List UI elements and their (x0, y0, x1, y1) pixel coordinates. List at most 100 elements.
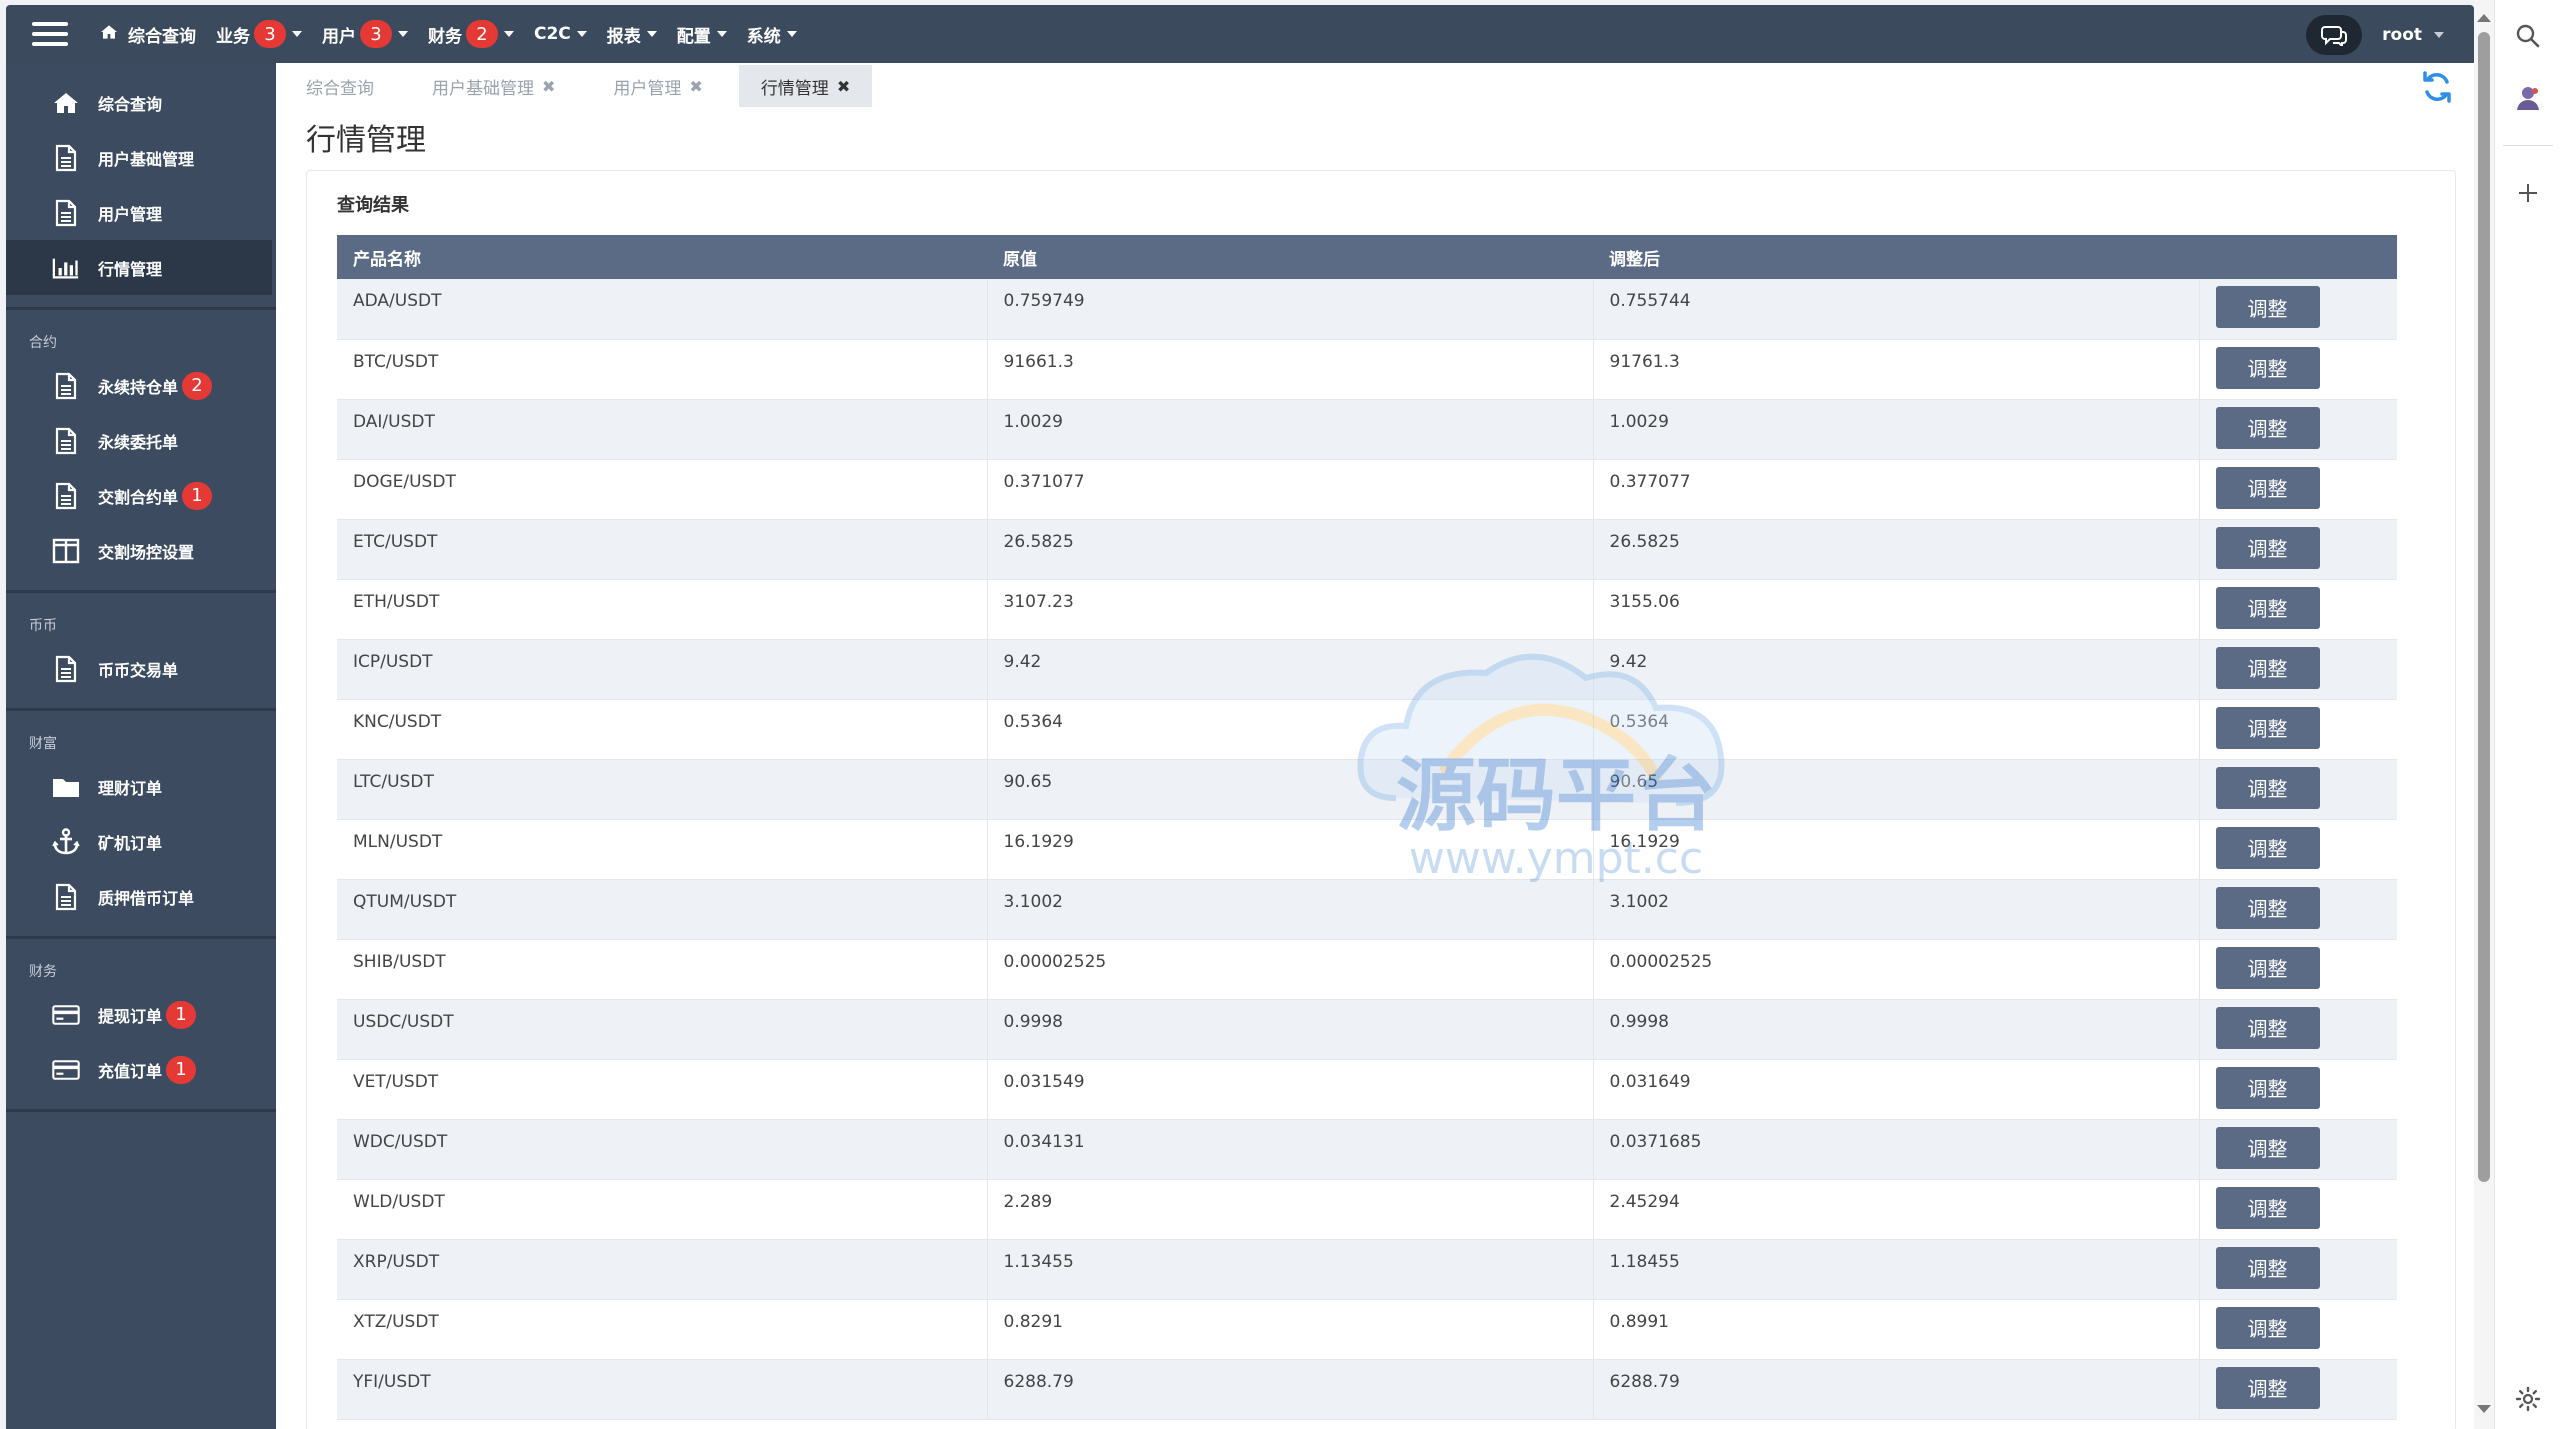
refresh-icon[interactable] (2420, 70, 2454, 104)
sidebar-item[interactable]: 矿机订单 (6, 814, 276, 869)
original-value-cell: 2.289 (986, 1179, 1593, 1240)
adjust-button[interactable]: 调整 (2215, 286, 2320, 328)
close-icon[interactable]: ✖ (837, 77, 850, 96)
adjust-button[interactable]: 调整 (2215, 526, 2320, 569)
adjust-button[interactable]: 调整 (2215, 706, 2320, 749)
top-menu-label: 财务 (428, 26, 462, 47)
tab[interactable]: 综合查询 (284, 65, 396, 107)
scroll-down-arrow-icon[interactable] (2477, 1405, 2491, 1413)
sidebar-item-label: 交割场控设置 (98, 542, 195, 562)
top-menu-item[interactable]: 综合查询 (100, 22, 196, 47)
action-cell: 调整 (2198, 1059, 2397, 1120)
table-row: QTUM/USDT 3.1002 3.1002 调整 (337, 879, 2397, 940)
adjusted-value-cell: 1.0029 (1592, 399, 2199, 460)
adjust-button[interactable]: 调整 (2215, 586, 2320, 629)
top-menu: 综合查询 业务 3 用户 3 财务 2 C2C 报表 配置 系统 (100, 5, 817, 63)
chevron-down-icon (504, 31, 514, 37)
add-icon[interactable] (2508, 173, 2548, 213)
sidebar-item[interactable]: 充值订单 1 (6, 1042, 276, 1097)
adjust-button[interactable]: 调整 (2215, 1306, 2320, 1349)
menu-toggle-icon[interactable] (30, 19, 70, 49)
column-header-product: 产品名称 (337, 235, 987, 279)
original-value-cell: 3.1002 (986, 879, 1593, 940)
original-value-cell: 1.0029 (986, 399, 1593, 460)
search-icon[interactable] (2508, 16, 2548, 56)
sidebar-item[interactable]: 币币交易单 (6, 641, 276, 696)
product-name-cell: ETC/USDT (337, 519, 987, 580)
user-menu[interactable]: root (2382, 25, 2444, 45)
adjusted-value-cell: 0.0371685 (1592, 1119, 2199, 1180)
action-cell: 调整 (2198, 1119, 2397, 1180)
sidebar-item[interactable]: 永续委托单 (6, 413, 276, 468)
sidebar-item-label: 用户基础管理 (98, 149, 195, 169)
table-row: ETH/USDT 3107.23 3155.06 调整 (337, 579, 2397, 640)
product-name-cell: YFI/USDT (337, 1359, 987, 1420)
main-content: 综合查询 用户基础管理 ✖ 用户管理 ✖ 行情管理 ✖ 行情管理 查询结果 产品名称 原值 … (276, 63, 2474, 1429)
top-menu-item[interactable]: 配置 (677, 22, 727, 47)
chevron-down-icon (716, 31, 727, 37)
adjust-button[interactable]: 调整 (2215, 1366, 2320, 1409)
adjust-button[interactable]: 调整 (2215, 1186, 2320, 1229)
username: root (2382, 25, 2422, 45)
product-name-cell: USDC/USDT (337, 999, 987, 1060)
sidebar-item[interactable]: 交割合约单 1 (6, 468, 276, 523)
adjust-button[interactable]: 调整 (2215, 646, 2320, 689)
adjust-button[interactable]: 调整 (2215, 766, 2320, 809)
top-menu-item[interactable]: 用户 3 (322, 20, 408, 48)
tab[interactable]: 行情管理 ✖ (738, 65, 873, 107)
product-name-cell: ADA/USDT (337, 279, 987, 340)
adjust-button[interactable]: 调整 (2215, 406, 2320, 449)
sidebar-item[interactable]: 用户基础管理 (6, 130, 276, 185)
chat-icon[interactable] (2306, 15, 2363, 55)
scroll-up-arrow-icon[interactable] (2477, 14, 2491, 22)
sidebar-item[interactable]: 永续持仓单 2 (6, 358, 276, 413)
table-row: LTC/USDT 90.65 90.65 调整 (337, 759, 2397, 820)
profile-icon[interactable] (2508, 78, 2548, 118)
adjusted-value-cell: 0.377077 (1592, 459, 2199, 520)
adjust-button[interactable]: 调整 (2215, 346, 2320, 389)
top-menu-item[interactable]: 系统 (747, 22, 797, 47)
original-value-cell: 3107.23 (986, 579, 1593, 640)
chevron-down-icon (292, 31, 302, 37)
adjust-button[interactable]: 调整 (2215, 826, 2320, 869)
tab[interactable]: 用户基础管理 ✖ (410, 65, 577, 107)
sidebar-item[interactable]: 交割场控设置 (6, 523, 276, 578)
table-row: YFI/USDT 6288.79 6288.79 调整 (337, 1359, 2397, 1420)
top-menu-item[interactable]: C2C (534, 24, 587, 44)
sidebar-group: 财富 理财订单 矿机订单 质押借币订单 (6, 711, 276, 939)
table-row: DAI/USDT 1.0029 1.0029 调整 (337, 399, 2397, 460)
adjusted-value-cell: 9.42 (1592, 639, 2199, 700)
adjust-button[interactable]: 调整 (2215, 466, 2320, 509)
adjust-button[interactable]: 调整 (2215, 946, 2320, 989)
tab[interactable]: 用户管理 ✖ (591, 65, 724, 107)
adjusted-value-cell: 0.755744 (1592, 279, 2199, 340)
settings-gear-icon[interactable] (2508, 1379, 2548, 1419)
adjust-button[interactable]: 调整 (2215, 886, 2320, 929)
product-name-cell: WLD/USDT (337, 1179, 987, 1240)
notification-badge: 3 (254, 20, 286, 48)
sidebar-item[interactable]: 综合查询 (6, 75, 276, 130)
sidebar-item[interactable]: 用户管理 (6, 185, 276, 240)
action-cell: 调整 (2198, 1299, 2397, 1360)
sidebar-item-label: 矿机订单 (98, 833, 163, 853)
top-menu-item[interactable]: 业务 3 (216, 20, 302, 48)
adjust-button[interactable]: 调整 (2215, 1246, 2320, 1289)
close-icon[interactable]: ✖ (542, 77, 555, 96)
sidebar-item[interactable]: 提现订单 1 (6, 987, 276, 1042)
action-cell: 调整 (2198, 939, 2397, 1000)
sidebar-item[interactable]: 理财订单 (6, 759, 276, 814)
chevron-down-icon (786, 31, 797, 37)
top-menu-item[interactable]: 财务 2 (428, 20, 514, 48)
close-icon[interactable]: ✖ (689, 77, 702, 96)
top-navbar: 综合查询 业务 3 用户 3 财务 2 C2C 报表 配置 系统 root (6, 5, 2474, 63)
table-row: SHIB/USDT 0.00002525 0.00002525 调整 (337, 939, 2397, 1000)
adjust-button[interactable]: 调整 (2215, 1066, 2320, 1109)
adjust-button[interactable]: 调整 (2215, 1006, 2320, 1049)
original-value-cell: 9.42 (986, 639, 1593, 700)
tab-label: 用户基础管理 (432, 78, 534, 99)
adjust-button[interactable]: 调整 (2215, 1126, 2320, 1169)
scrollbar-thumb[interactable] (2478, 32, 2490, 1182)
top-menu-item[interactable]: 报表 (607, 22, 657, 47)
sidebar-item[interactable]: 行情管理 (6, 240, 272, 295)
sidebar-item[interactable]: 质押借币订单 (6, 869, 276, 924)
